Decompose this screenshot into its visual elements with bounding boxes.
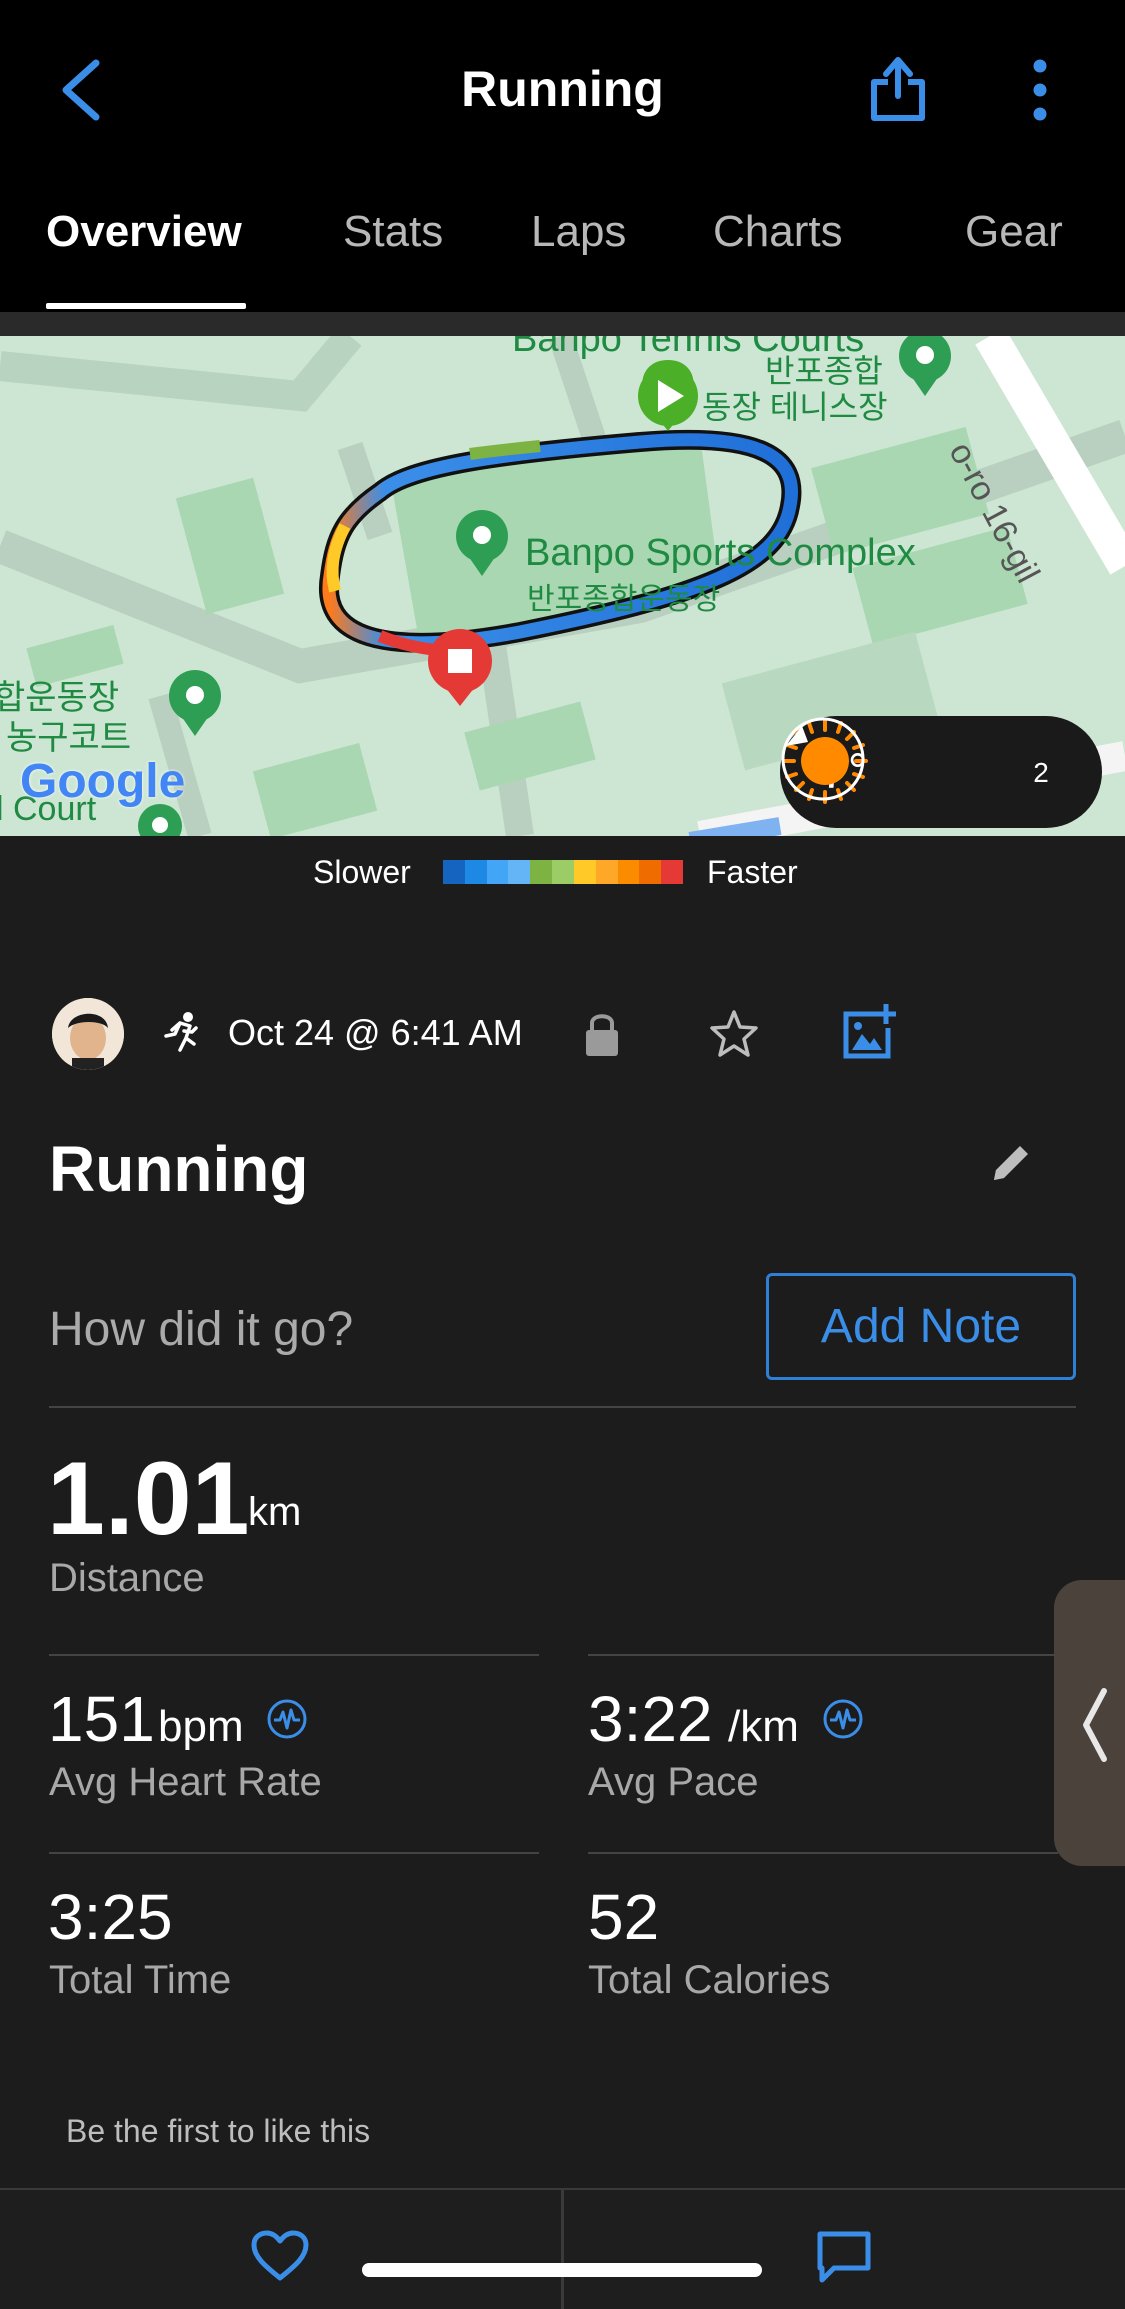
legend-color-segment	[595, 860, 618, 884]
heart-rate-monitor-icon	[267, 1699, 307, 1739]
heart-icon[interactable]	[250, 2230, 310, 2282]
avatar[interactable]	[52, 998, 124, 1070]
side-panel-handle[interactable]	[1054, 1580, 1125, 1866]
legend-color-scale	[443, 860, 683, 884]
share-icon[interactable]	[868, 52, 928, 124]
home-indicator[interactable]	[362, 2263, 762, 2277]
tab-laps[interactable]: Laps	[531, 207, 626, 257]
tab-overview[interactable]: Overview	[46, 207, 242, 257]
tabs-divider	[0, 312, 1125, 336]
legend-faster-label: Faster	[707, 854, 798, 890]
note-prompt: How did it go?	[49, 1303, 354, 1356]
map-label-sports-complex: Banpo Sports Complex	[525, 532, 916, 574]
total-time-value: 3:25	[48, 1881, 173, 1953]
bottom-action-bar	[0, 2188, 1125, 2309]
divider	[49, 1654, 539, 1656]
tab-stats[interactable]: Stats	[343, 207, 443, 257]
page-title: Running	[461, 61, 664, 117]
avatar-image	[52, 998, 124, 1070]
legend-color-segment	[508, 860, 531, 884]
divider	[588, 1852, 1058, 1854]
wind-direction-icon	[781, 717, 865, 801]
distance-value: 1.01	[47, 1441, 250, 1557]
more-vertical-icon[interactable]	[1025, 58, 1055, 122]
legend-color-segment	[443, 860, 465, 884]
heart-rate-unit: bpm	[158, 1702, 244, 1751]
star-icon[interactable]	[708, 1008, 760, 1060]
google-logo: Google	[20, 755, 186, 808]
legend-color-segment	[552, 860, 574, 884]
heart-rate-value: 151	[48, 1683, 155, 1755]
legend-slower-label: Slower	[313, 854, 411, 890]
pace-unit: /km	[728, 1702, 799, 1751]
comment-icon[interactable]	[816, 2230, 872, 2284]
tab-gear[interactable]: Gear	[965, 207, 1063, 257]
legend-color-segment	[530, 860, 553, 884]
calories-value: 52	[588, 1881, 660, 1953]
add-photo-icon[interactable]	[842, 1004, 896, 1060]
activity-detail-screen: Running Overview Stats Laps Charts Gear	[0, 0, 1125, 2309]
map-label-tennis-ko-2: 동장 테니스장	[702, 389, 888, 425]
distance-label: Distance	[49, 1556, 205, 1600]
active-tab-indicator	[46, 303, 246, 309]
add-note-button[interactable]: Add Note	[766, 1273, 1076, 1380]
likes-text: Be the first to like this	[66, 2113, 371, 2149]
activity-date: Oct 24 @ 6:41 AM	[228, 1012, 523, 1053]
running-activity-icon	[164, 1012, 198, 1052]
bottom-separator	[561, 2190, 564, 2309]
route-map[interactable]: Banpo Tennis Courts 반포종합 동장 테니스장 Banpo S…	[0, 336, 1125, 836]
divider	[49, 1852, 539, 1854]
total-time-label: Total Time	[49, 1958, 232, 2002]
activity-title: Running	[49, 1133, 309, 1205]
heart-rate-monitor-icon	[823, 1699, 863, 1739]
weather-badge: 7° 2	[780, 716, 1102, 828]
pace-legend: Slower Faster	[0, 852, 1125, 892]
legend-color-segment	[573, 860, 596, 884]
pace-label: Avg Pace	[588, 1760, 759, 1804]
divider	[588, 1654, 1058, 1656]
divider	[49, 1406, 1076, 1408]
legend-color-segment	[639, 860, 662, 884]
tab-charts[interactable]: Charts	[713, 207, 843, 257]
calories-label: Total Calories	[588, 1958, 831, 2002]
distance-unit: km	[248, 1490, 302, 1534]
legend-color-segment	[661, 860, 683, 884]
chevron-left-icon	[1083, 1688, 1107, 1762]
legend-color-segment	[617, 860, 640, 884]
edit-pencil-icon[interactable]	[988, 1140, 1034, 1186]
legend-color-segment	[464, 860, 487, 884]
map-label-sports-complex-ko: 반포종합운동장	[527, 583, 721, 616]
lock-icon[interactable]	[582, 1010, 622, 1058]
wind-speed: 2	[1033, 757, 1049, 788]
pace-value: 3:22	[588, 1683, 713, 1755]
navigation-bar: Running	[0, 0, 1125, 175]
map-label-left-ko-2: 농구코트	[6, 719, 132, 757]
heart-rate-label: Avg Heart Rate	[49, 1760, 322, 1804]
tab-bar: Overview Stats Laps Charts Gear	[0, 175, 1125, 312]
legend-color-segment	[486, 860, 509, 884]
